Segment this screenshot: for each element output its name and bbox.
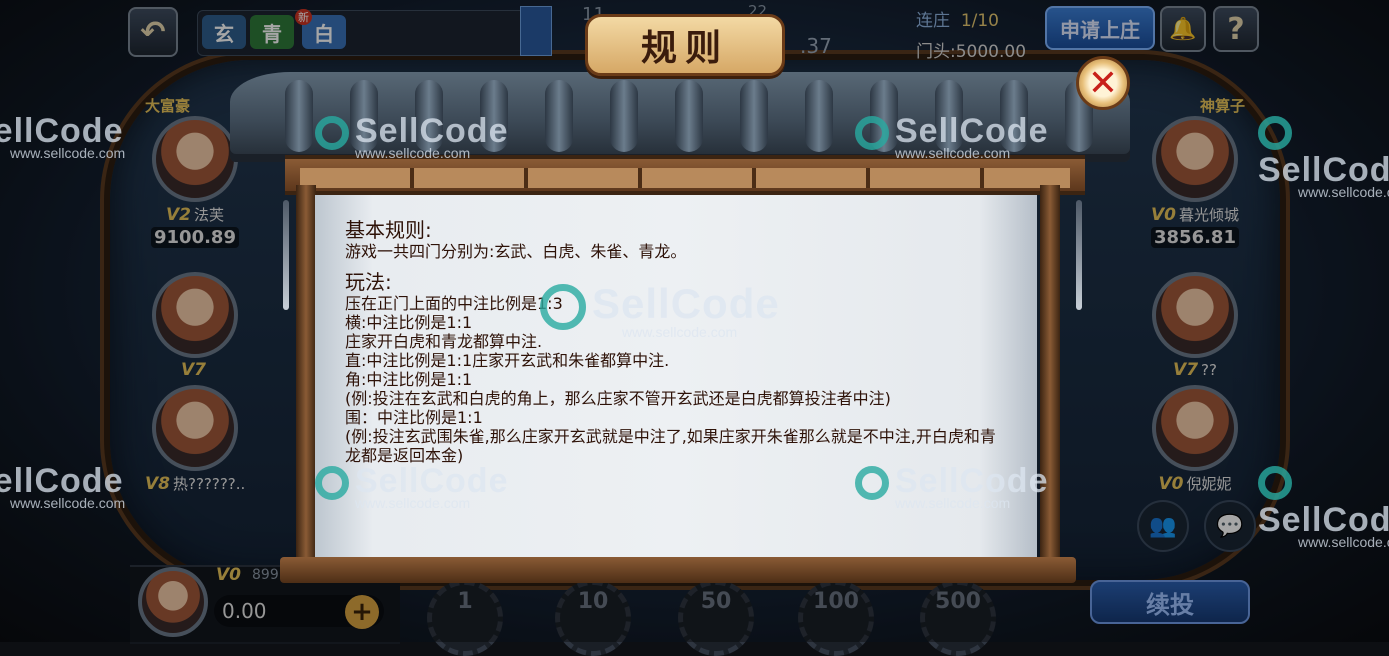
watermark: SellCodewww.sellcode.com	[855, 462, 1048, 511]
left-pillar	[296, 185, 316, 575]
rule-line: (例:投注在玄武和白虎的角上，那么庄家不管开玄武还是白虎都算投注者中注)	[345, 389, 891, 408]
right-tassel	[1076, 200, 1082, 310]
rules-text: 基本规则: 游戏一共四门分别为:玄武、白虎、朱雀、青龙。 玩法: 压在正门上面的…	[345, 218, 1007, 465]
sellcode-logo-icon	[1258, 466, 1292, 501]
close-button[interactable]: ✕	[1076, 56, 1130, 110]
sellcode-logo-icon	[540, 283, 586, 330]
sellcode-logo-icon	[855, 116, 889, 151]
roof-tile	[740, 80, 768, 152]
watermark: SellCodewww.sellcode.com	[0, 462, 125, 511]
sellcode-logo-icon	[1258, 116, 1292, 151]
roof-tile	[285, 80, 313, 152]
rule-line: 游戏一共四门分别为:玄武、白虎、朱雀、青龙。	[345, 242, 687, 261]
left-tassel	[283, 200, 289, 310]
sellcode-logo-icon	[315, 466, 349, 501]
modal-title: 规则	[585, 14, 785, 76]
pavilion-lattice	[300, 168, 1070, 188]
watermark: SellCodewww.sellcode.com	[540, 280, 780, 340]
roof-tile	[610, 80, 638, 152]
watermark: SellCodewww.sellcode.com	[1258, 112, 1389, 200]
section-heading: 基本规则:	[345, 218, 432, 242]
pavilion-base	[280, 557, 1076, 583]
roof-tile	[805, 80, 833, 152]
watermark: SellCodewww.sellcode.com	[315, 462, 508, 511]
watermark-url: www.sellcode.com	[10, 145, 126, 161]
rule-line: 直:中注比例是1:1庄家开玄武和朱雀都算中注.	[345, 351, 670, 370]
close-icon: ✕	[1087, 62, 1119, 104]
rule-line: (例:投注玄武围朱雀,那么庄家开玄武就是中注了,如果庄家开朱雀那么就是不中注,开…	[345, 427, 996, 465]
watermark: SellCodewww.sellcode.com	[1258, 462, 1389, 550]
sellcode-logo-icon	[855, 466, 889, 501]
watermark-url: www.sellcode.com	[10, 495, 126, 511]
rule-line: 围：中注比例是1:1	[345, 408, 483, 427]
watermark-url: www.sellcode.com	[1298, 184, 1389, 200]
roof-tile	[545, 80, 573, 152]
sellcode-logo-icon	[315, 116, 349, 151]
rule-line: 角:中注比例是1:1	[345, 370, 473, 389]
watermark: SellCodewww.sellcode.com	[315, 112, 508, 161]
right-pillar	[1040, 185, 1060, 575]
watermark-url: www.sellcode.com	[1298, 534, 1389, 550]
watermark: SellCodewww.sellcode.com	[855, 112, 1048, 161]
watermark: SellCodewww.sellcode.com	[0, 112, 125, 161]
roof-tile	[675, 80, 703, 152]
watermark-brand: SellCode	[592, 280, 780, 327]
